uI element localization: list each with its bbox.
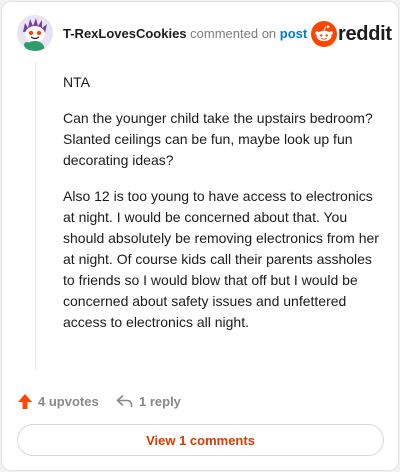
user-avatar[interactable] [17,15,53,51]
comment-body: NTA Can the younger child take the upsta… [63,72,387,348]
reddit-wordmark: reddit [338,23,392,45]
reply-count: 1 reply [139,393,181,409]
reply-arrow-icon [116,395,133,408]
author-line: T-RexLovesCookies commented on post [63,26,307,42]
upvote-arrow-icon [18,393,32,409]
upvote-count: 4 upvotes [38,393,99,409]
post-link[interactable]: post [280,26,307,41]
commented-on-text: commented on [190,26,277,41]
comment-paragraph: Can the younger child take the upstairs … [63,110,373,168]
snoo-avatar-icon [17,15,53,51]
comment-card: T-RexLovesCookies commented on post redd… [1,1,399,471]
reddit-snoo-icon [311,21,337,47]
comment-paragraph: Also 12 is too young to have access to e… [63,188,379,330]
thread-line[interactable] [35,62,36,370]
view-comments-button[interactable]: View 1 comments [17,424,384,456]
comment-actions: 4 upvotes 1 reply [2,390,400,412]
comment-paragraph: NTA [63,74,90,90]
reply-button[interactable]: 1 reply [116,390,181,412]
upvote-button[interactable]: 4 upvotes [17,390,99,412]
comment-header: T-RexLovesCookies commented on post redd… [2,2,400,66]
reddit-logo[interactable]: reddit [311,21,392,49]
author-name[interactable]: T-RexLovesCookies [63,26,187,41]
